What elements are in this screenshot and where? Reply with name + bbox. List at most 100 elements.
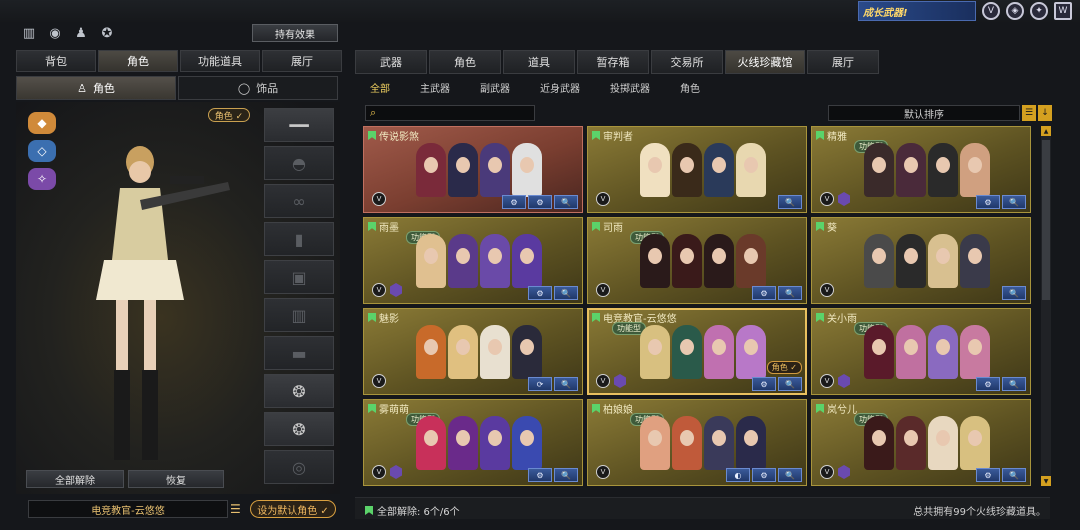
card-action-button[interactable]: 🔍 [554,286,578,300]
eagle-icon[interactable]: ◆ [28,112,56,134]
card-action-button[interactable]: ⚙ [976,195,1000,209]
collection-card[interactable]: 关小雨功能型V⚙🔍 [811,308,1031,395]
card-action-button[interactable]: ⟳ [528,377,552,391]
scrollbar[interactable] [1041,126,1051,486]
person-add-icon[interactable]: ♟ [72,24,90,42]
vest-slot[interactable]: ▮ [264,222,334,256]
card-action-button[interactable]: 🔍 [1002,377,1026,391]
menu-icon[interactable]: ☰ [230,500,244,518]
card-action-button[interactable]: 🔍 [1002,195,1026,209]
card-action-button[interactable]: ⚙ [528,195,552,209]
search-input[interactable]: ⌕ [365,105,535,121]
promo-banner[interactable]: 成长武器! [858,1,976,21]
shield-icon[interactable]: ◈ [1006,2,1024,20]
tab-props[interactable]: 道具 [503,50,575,74]
collection-card[interactable]: 电竞教官-云悠悠 功能型 V 角色 ✓ ⚙ 🔍 [587,308,807,395]
ranking-icon[interactable]: ▥ [20,24,38,42]
list-view-icon[interactable]: ☰ [1022,105,1036,121]
character-icon: ♙ [77,81,87,95]
gloves-slot[interactable]: ▬ [264,336,334,370]
bookmark-icon [368,131,376,140]
filter-secondary[interactable]: 副武器 [465,78,525,96]
effect-button[interactable]: 持有效果 [252,24,338,42]
card-action-button[interactable]: 🔍 [778,468,802,482]
tab-exchange[interactable]: 交易所 [651,50,723,74]
w-logo-icon[interactable]: W [1054,2,1072,20]
card-action-button[interactable]: ⚙ [752,286,776,300]
hexagon-icon [838,192,850,206]
helmet-slot[interactable]: ◓ [264,146,334,180]
card-action-button[interactable]: ⚙ [976,468,1000,482]
hexagon-icon [838,374,850,388]
card-action-button[interactable]: 🔍 [778,286,802,300]
card-action-button[interactable]: 🔍 [1002,468,1026,482]
tab-weapons[interactable]: 武器 [355,50,427,74]
filter-throw[interactable]: 投掷武器 [595,78,665,96]
goggles-slot[interactable]: ∞ [264,184,334,218]
scroll-down-icon[interactable]: ▼ [1041,476,1051,486]
filter-role[interactable]: 角色 [665,78,715,96]
card-action-button[interactable]: 🔍 [778,377,802,391]
target-icon[interactable]: ◉ [46,24,64,42]
card-action-button[interactable]: 🔍 [554,468,578,482]
character-portraits [628,143,778,199]
card-action-button[interactable]: ◐ [726,468,750,482]
sort-select[interactable]: 默认排序 [828,105,1020,121]
tab-backpack[interactable]: 背包 [16,50,96,72]
wing-icon[interactable]: ✦ [1030,2,1048,20]
tab-roles[interactable]: 角色 [429,50,501,74]
tab-items[interactable]: 功能道具 [180,50,260,72]
card-action-button[interactable]: ⚙ [976,377,1000,391]
v-badge-icon[interactable]: V [982,2,1000,20]
character-portrait [704,325,734,379]
card-action-button[interactable]: 🔍 [554,377,578,391]
character-portrait [896,416,926,470]
collection-card[interactable]: 柏娘娘功能型V◐⚙🔍 [587,399,807,486]
collection-card[interactable]: 葵 V 🔍 [811,217,1031,304]
subtab-character[interactable]: ♙ 角色 [16,76,176,100]
armor-slot[interactable]: ▣ [264,260,334,294]
card-action-button[interactable]: 🔍 [1002,286,1026,300]
card-action-button[interactable]: ⚙ [528,286,552,300]
card-action-button[interactable]: ⚙ [752,468,776,482]
restore-button[interactable]: 恢复 [128,470,224,488]
filter-primary[interactable]: 主武器 [405,78,465,96]
collection-card[interactable]: 岚兮儿功能型V⚙🔍 [811,399,1031,486]
tab-hall[interactable]: 展厅 [807,50,879,74]
filter-all[interactable]: 全部 [355,78,405,96]
weapon-slot[interactable]: ━━ [264,108,334,142]
set-default-button[interactable]: 设为默认角色 ✓ [250,500,336,518]
tab-showroom[interactable]: 展厅 [262,50,342,72]
scrollbar-thumb[interactable] [1042,140,1050,300]
collection-card[interactable]: 精雅功能型V⚙🔍 [811,126,1031,213]
scroll-up-icon[interactable]: ▲ [1041,126,1051,136]
defense-icon[interactable]: ◇ [28,140,56,162]
collection-card[interactable]: 雾萌萌功能型V⚙🔍 [363,399,583,486]
badge-slot-1[interactable]: ❂ [264,374,334,408]
bookmark-icon [592,222,600,231]
bag-icon[interactable]: ✪ [98,24,116,42]
support-icon[interactable]: ✧ [28,168,56,190]
collection-card[interactable]: 审判者 V 🔍 [587,126,807,213]
ring-slot[interactable]: ◎ [264,450,334,484]
card-action-button[interactable]: ⚙ [528,468,552,482]
tab-storage[interactable]: 暂存箱 [577,50,649,74]
unlock-all-button[interactable]: 全部解除 [26,470,124,488]
collection-card[interactable]: 传说影煞 V ⚙ ⚙ 🔍 [363,126,583,213]
badge-slot-2[interactable]: ❂ [264,412,334,446]
card-action-button[interactable]: 🔍 [554,195,578,209]
sort-order-icon[interactable]: ↓ [1038,105,1052,121]
tab-collection[interactable]: 火线珍藏馆 [725,50,805,74]
collection-card[interactable]: 雨墨功能型V⚙🔍 [363,217,583,304]
card-action-button[interactable]: 🔍 [778,195,802,209]
collection-card[interactable]: 司雨功能型V⚙🔍 [587,217,807,304]
tab-character[interactable]: 角色 [98,50,178,72]
card-action-button[interactable]: ⚙ [502,195,526,209]
total-owned: 总共拥有99个火线珍藏道具。 [913,507,1046,518]
collection-card[interactable]: 魅影 V ⟳ 🔍 [363,308,583,395]
card-action-button[interactable]: ⚙ [752,377,776,391]
backpack-slot[interactable]: ▥ [264,298,334,332]
bookmark-icon [816,404,824,413]
subtab-accessory[interactable]: ◯ 饰品 [178,76,338,100]
filter-melee[interactable]: 近身武器 [525,78,595,96]
